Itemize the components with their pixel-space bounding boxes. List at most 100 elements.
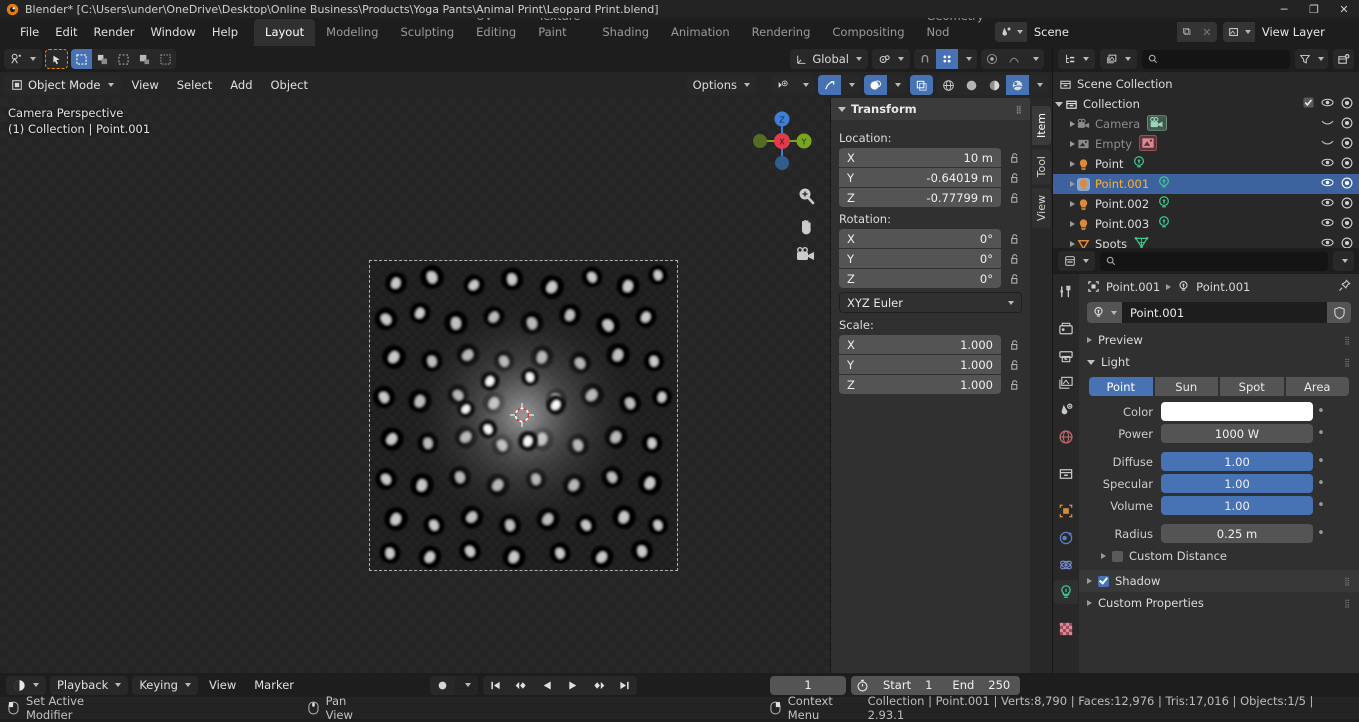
snap-dropdown-icon[interactable]	[958, 49, 977, 69]
camera-render-region[interactable]	[369, 260, 678, 571]
camera-disable-render-icon[interactable]	[1341, 117, 1353, 132]
select-box-icon[interactable]	[71, 49, 92, 69]
view-layer-icon[interactable]	[1222, 22, 1255, 42]
empty-hide-viewport-icon[interactable]	[1321, 137, 1334, 151]
tab-output-icon[interactable]	[1054, 344, 1078, 368]
properties-editor-type-button[interactable]	[1058, 251, 1095, 271]
xray-group[interactable]	[910, 75, 933, 95]
light-data-name-field[interactable]: Point.001	[1122, 302, 1327, 323]
viewport-menu-object[interactable]: Object	[263, 76, 316, 94]
light-type-point[interactable]: Point	[1089, 377, 1153, 396]
show-overlays-icon[interactable]	[864, 75, 887, 95]
falloff-dropdown-icon[interactable]	[1025, 49, 1044, 69]
breadcrumb-data-name[interactable]: Point.001	[1196, 280, 1250, 294]
wireframe-shading-icon[interactable]	[937, 75, 960, 95]
light-power-field[interactable]: 1000 W	[1161, 424, 1313, 443]
editor-type-button[interactable]	[4, 49, 42, 69]
jump-end-icon[interactable]	[612, 676, 637, 695]
use-preview-range-icon[interactable]	[851, 679, 873, 692]
viewport-menu-view[interactable]: View	[123, 76, 166, 94]
light-collapse-icon[interactable]	[1087, 359, 1095, 365]
point-003-disable-render-icon[interactable]	[1341, 217, 1353, 232]
gizmo-group[interactable]	[818, 75, 860, 95]
scale-y-field[interactable]: Y 1.000	[839, 355, 1001, 374]
tab-physics-icon[interactable]	[1054, 553, 1078, 577]
minimize-button[interactable]: ─	[1269, 0, 1299, 18]
tab-world-icon[interactable]	[1054, 425, 1078, 449]
lock-scale-y-icon[interactable]	[1007, 359, 1022, 371]
rotation-mode-selector[interactable]: XYZ Euler	[839, 292, 1022, 313]
select-tweak-icon[interactable]	[92, 49, 113, 69]
viewport-canvas[interactable]: Camera Perspective (1) Collection | Poin…	[0, 98, 1052, 673]
point-003-light-data-icon[interactable]	[1156, 215, 1172, 234]
keying-menu-button[interactable]: Keying	[132, 675, 198, 695]
custom-properties-expand-icon[interactable]	[1087, 600, 1092, 606]
tab-scene-icon[interactable]	[1054, 398, 1078, 422]
gizmo-dropdown-icon[interactable]	[841, 75, 860, 95]
solid-shading-icon[interactable]	[960, 75, 983, 95]
lock-scale-z-icon[interactable]	[1007, 379, 1022, 391]
menu-help[interactable]: Help	[204, 22, 246, 42]
point-001-light-data-icon[interactable]	[1156, 175, 1172, 194]
custom-properties-panel-header[interactable]: Custom Properties ⣿	[1079, 592, 1359, 614]
transform-orientation-button[interactable]: Global	[790, 49, 868, 69]
auto-keying-dropdown-icon[interactable]	[455, 675, 478, 695]
tab-modifier-icon[interactable]	[1054, 526, 1078, 550]
current-frame-field[interactable]: 1	[770, 675, 846, 695]
options-button[interactable]: Options	[686, 75, 756, 95]
light-specular-slider[interactable]: 1.00	[1161, 474, 1313, 493]
play-reverse-icon[interactable]	[535, 676, 560, 695]
location-x-field[interactable]: X 10 m	[839, 148, 1001, 167]
record-icon[interactable]	[430, 676, 455, 695]
select-tool-button[interactable]	[45, 49, 68, 69]
panel-drag-handle[interactable]: ⣿	[1016, 105, 1023, 114]
disclosure-camera-icon[interactable]	[1070, 121, 1075, 127]
workspace-tab-sculpting[interactable]: Sculpting	[389, 18, 466, 46]
shading-mode-group[interactable]	[937, 75, 1048, 95]
proportional-edit-group[interactable]	[981, 49, 1044, 69]
tab-view-layer-icon[interactable]	[1054, 371, 1078, 395]
point-003-hide-viewport-icon[interactable]	[1321, 217, 1334, 231]
outliner-search-input[interactable]	[1142, 49, 1290, 69]
outliner-display-mode-button[interactable]	[1058, 49, 1095, 69]
point-001-hide-viewport-icon[interactable]	[1321, 177, 1334, 191]
timeline-editor-type-button[interactable]	[6, 675, 46, 695]
light-radius-field[interactable]: 0.25 m	[1161, 524, 1313, 543]
lock-rotation-x-icon[interactable]	[1007, 233, 1022, 245]
workspace-tab-compositing[interactable]: Compositing	[821, 18, 916, 46]
properties-options-button[interactable]	[1333, 251, 1354, 271]
point-002-light-data-icon[interactable]	[1156, 195, 1172, 214]
preview-drag-handle[interactable]: ⣿	[1344, 336, 1351, 345]
toggle-camera-view-icon[interactable]	[795, 246, 817, 264]
custom-distance-row[interactable]: Custom Distance	[1079, 546, 1359, 566]
snap-magnet-icon[interactable]	[914, 49, 936, 69]
collection-disable-render-icon[interactable]	[1341, 97, 1353, 112]
power-animate-icon[interactable]: •	[1313, 427, 1329, 440]
select-mode-group[interactable]	[71, 49, 176, 69]
close-button[interactable]: ✕	[1329, 0, 1359, 18]
preview-expand-icon[interactable]	[1087, 337, 1092, 343]
menu-file[interactable]: File	[12, 22, 47, 42]
overlay-group[interactable]	[864, 75, 906, 95]
show-gizmo-icon[interactable]	[818, 75, 841, 95]
scene-name-field[interactable]: Scene	[1026, 22, 1177, 42]
outliner-row-point-001[interactable]: Point.001	[1053, 174, 1359, 194]
outliner-filter-collection-button[interactable]	[1100, 49, 1137, 69]
light-volume-slider[interactable]: 1.00	[1161, 496, 1313, 515]
volume-animate-icon[interactable]: •	[1313, 499, 1329, 512]
outliner-row-scene-collection[interactable]: Scene Collection	[1053, 74, 1359, 94]
new-collection-button[interactable]	[1333, 49, 1354, 69]
tab-object-icon[interactable]	[1054, 499, 1078, 523]
object-mode-selector[interactable]: Object Mode	[4, 75, 122, 95]
point-disable-render-icon[interactable]	[1341, 157, 1353, 172]
lock-location-z-icon[interactable]	[1007, 192, 1022, 204]
point-002-hide-viewport-icon[interactable]	[1321, 197, 1334, 211]
disclosure-point-icon[interactable]	[1070, 161, 1075, 167]
disclosure-point-003-icon[interactable]	[1070, 221, 1075, 227]
outliner-row-empty[interactable]: Empty	[1053, 134, 1359, 154]
select-circle-icon[interactable]	[113, 49, 134, 69]
custom-distance-checkbox[interactable]	[1112, 550, 1123, 562]
point-001-disable-render-icon[interactable]	[1341, 177, 1353, 192]
navigation-gizmo[interactable]: Z Y X	[744, 103, 820, 179]
light-type-sun[interactable]: Sun	[1154, 377, 1218, 396]
